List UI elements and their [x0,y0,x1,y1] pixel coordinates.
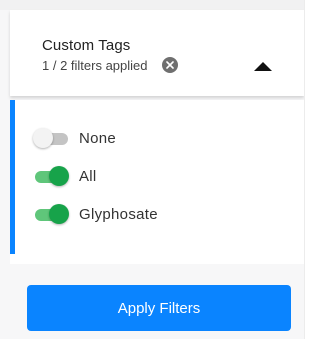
toggle-thumb [49,204,69,224]
toggle-none[interactable] [33,127,69,149]
option-label: Glyphosate [79,205,158,223]
top-strip [0,0,304,10]
filters-applied-status: 1 / 2 filters applied [42,57,178,73]
custom-tags-header[interactable]: Custom Tags 1 / 2 filters applied [10,10,304,96]
collapse-triangle-icon[interactable] [254,62,272,71]
toggle-thumb [33,128,53,148]
option-label: All [79,167,97,185]
option-none[interactable]: None [33,127,116,149]
section-title: Custom Tags [42,37,131,54]
right-gutter [304,0,320,339]
toggle-glyphosate[interactable] [33,203,69,225]
option-label: None [79,129,117,147]
toggle-thumb [49,166,69,186]
option-glyphosate[interactable]: Glyphosate [33,203,158,225]
apply-filters-button[interactable]: Apply Filters [27,285,291,331]
option-all[interactable]: All [33,165,97,187]
options-bottom-spacer [10,254,304,264]
filters-applied-text: 1 / 2 filters applied [42,57,148,73]
tag-options-list: None All Glyphosate [10,100,304,254]
toggle-all[interactable] [33,165,69,187]
filter-panel: Custom Tags 1 / 2 filters applied None A… [0,0,320,339]
clear-filters-icon[interactable] [161,57,178,73]
close-icon [165,61,174,69]
